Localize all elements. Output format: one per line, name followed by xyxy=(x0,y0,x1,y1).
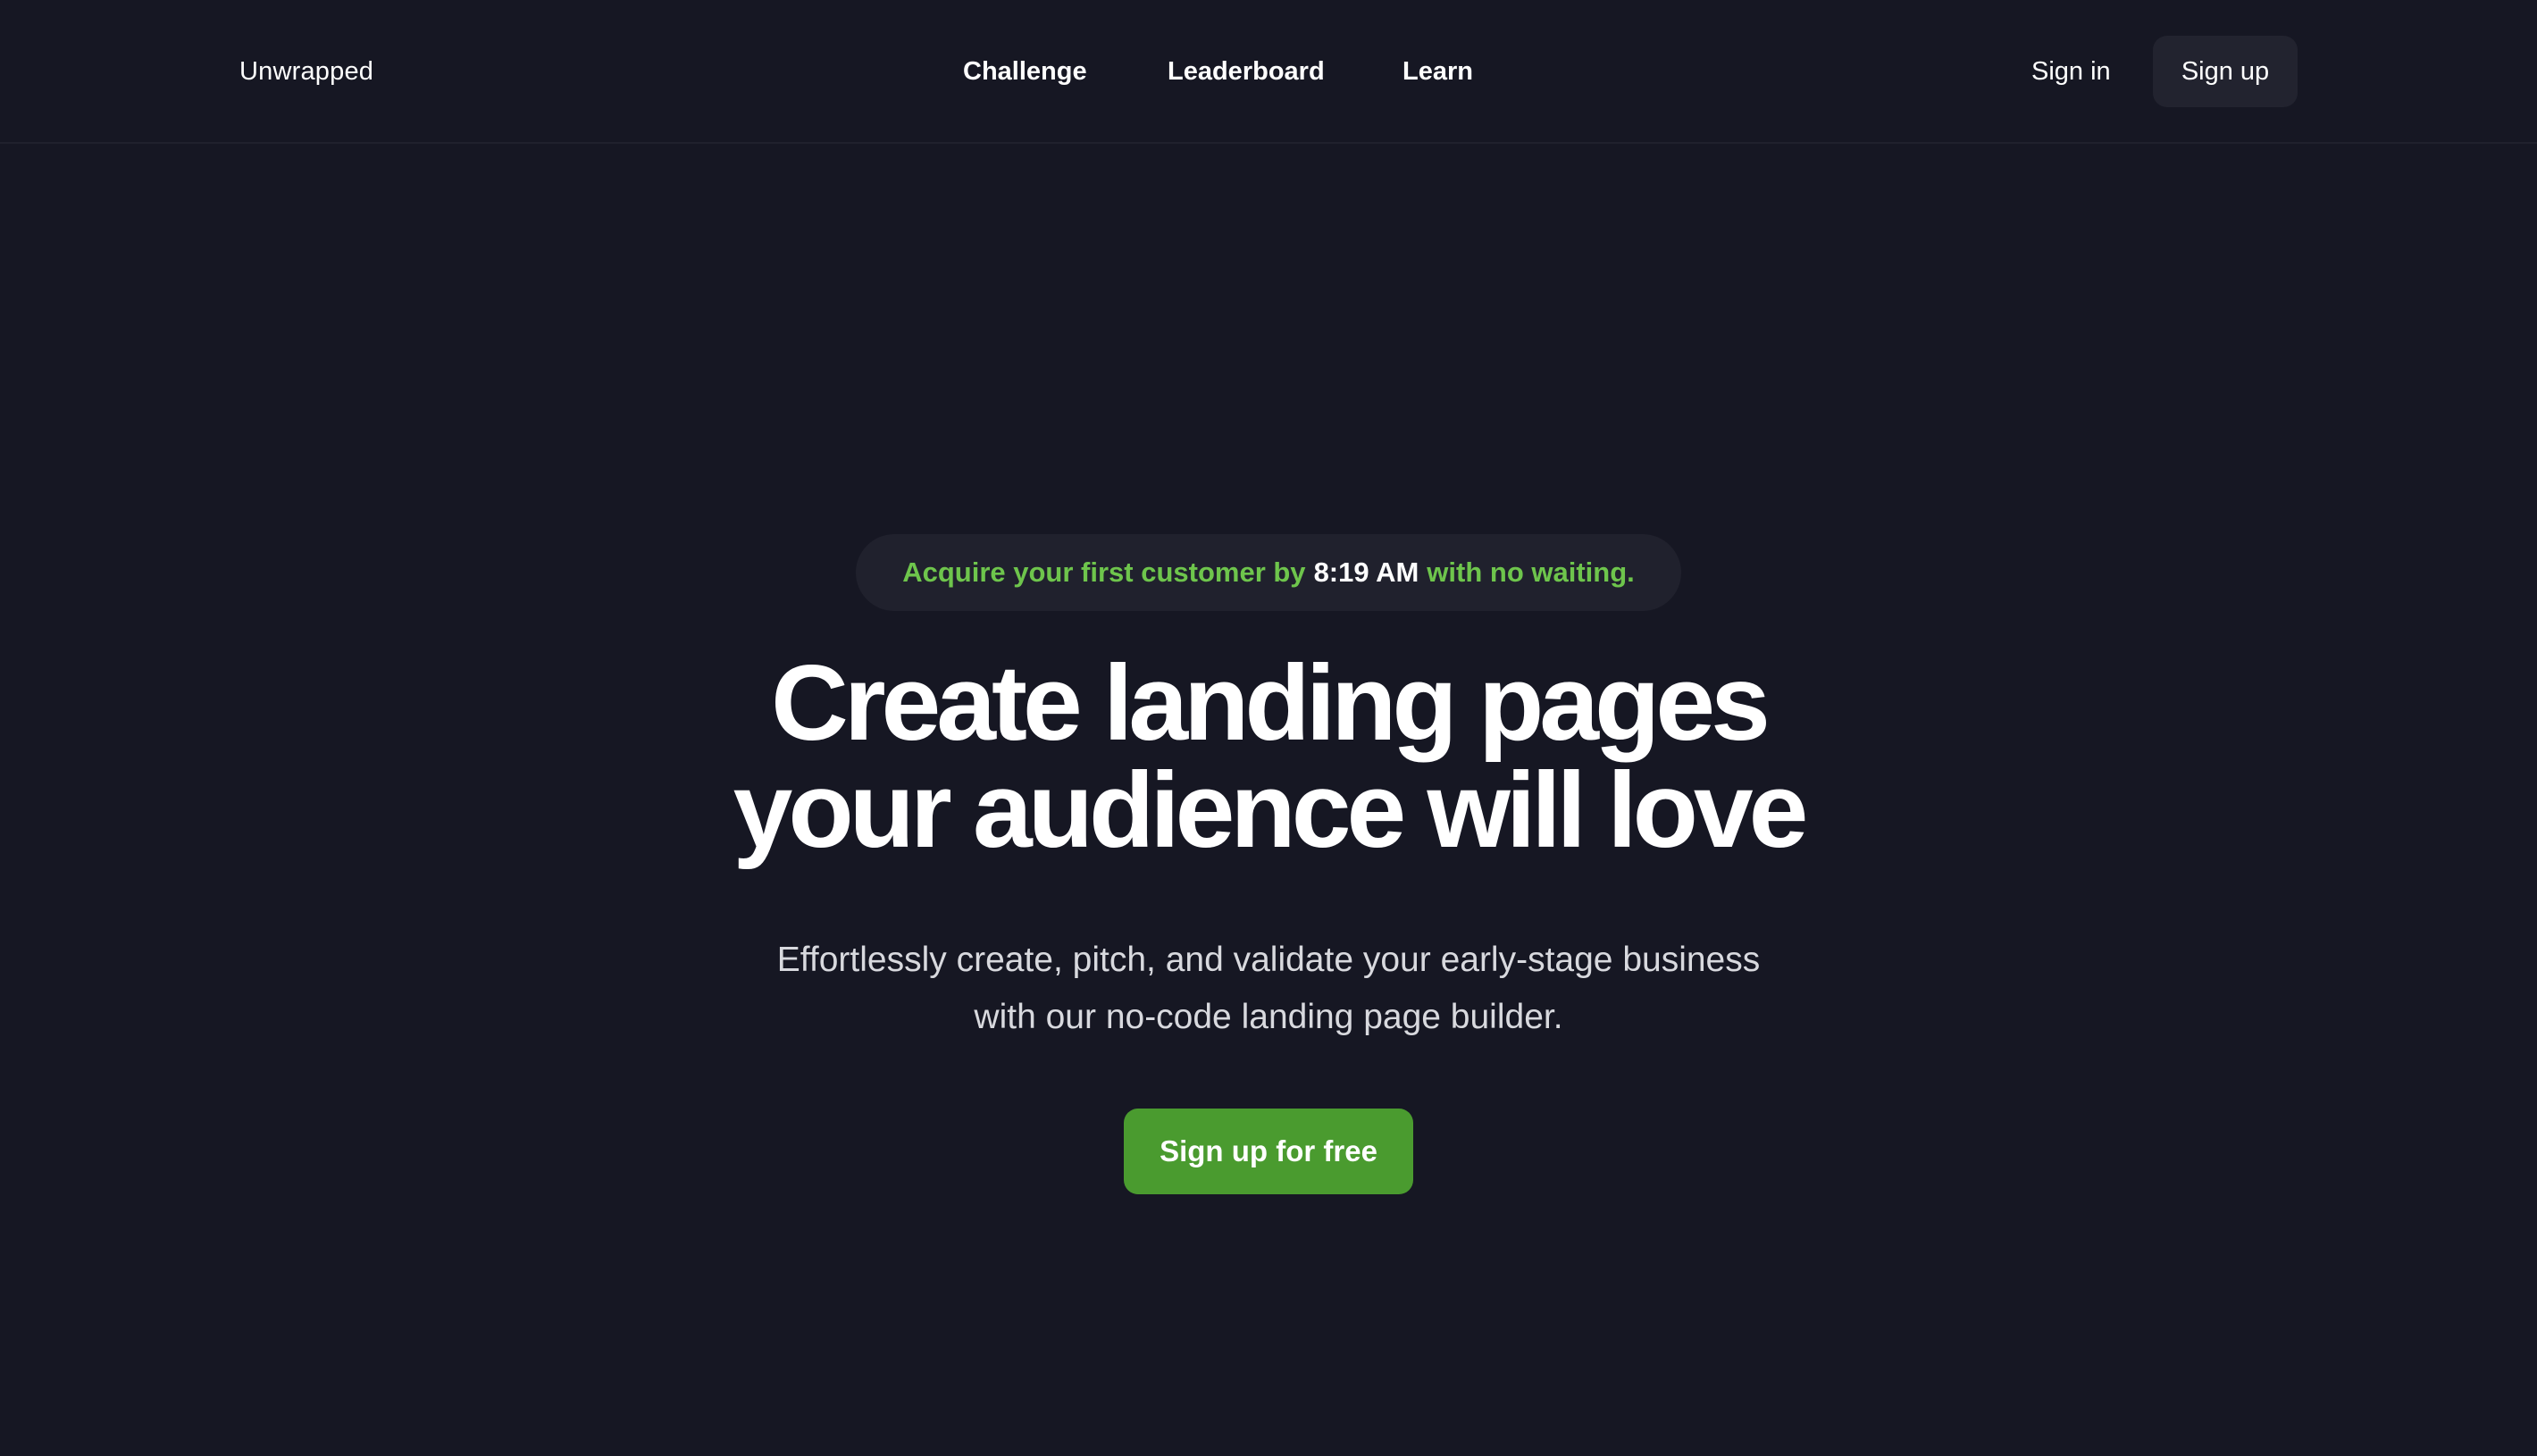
top-navigation-bar: Unwrapped Challenge Leaderboard Learn Si… xyxy=(0,0,2537,144)
sign-in-link[interactable]: Sign in xyxy=(2031,54,2111,89)
badge-suffix-text: with no waiting. xyxy=(1427,556,1635,588)
subtext-line-2: with our no-code landing page builder. xyxy=(974,998,1563,1036)
announcement-badge: Acquire your first customer by 8:19 AM w… xyxy=(856,534,1681,611)
nav-link-leaderboard[interactable]: Leaderboard xyxy=(1168,54,1325,89)
headline-line-2: your audience will love xyxy=(733,750,1809,870)
hero-section: Acquire your first customer by 8:19 AM w… xyxy=(0,144,2537,1456)
hero-subtext: Effortlessly create, pitch, and validate… xyxy=(0,932,2537,1046)
nav-link-challenge[interactable]: Challenge xyxy=(963,54,1087,89)
nav-link-learn[interactable]: Learn xyxy=(1402,54,1473,89)
headline-line-1: Create landing pages xyxy=(771,643,1771,763)
badge-prefix-text: Acquire your first customer by xyxy=(902,556,1306,588)
subtext-line-1: Effortlessly create, pitch, and validate… xyxy=(776,941,1761,979)
hero-headline: Create landing pages your audience will … xyxy=(0,649,2537,864)
sign-up-button[interactable]: Sign up xyxy=(2153,36,2298,107)
sign-up-for-free-button[interactable]: Sign up for free xyxy=(1124,1109,1413,1194)
badge-time-text: 8:19 AM xyxy=(1313,556,1419,588)
